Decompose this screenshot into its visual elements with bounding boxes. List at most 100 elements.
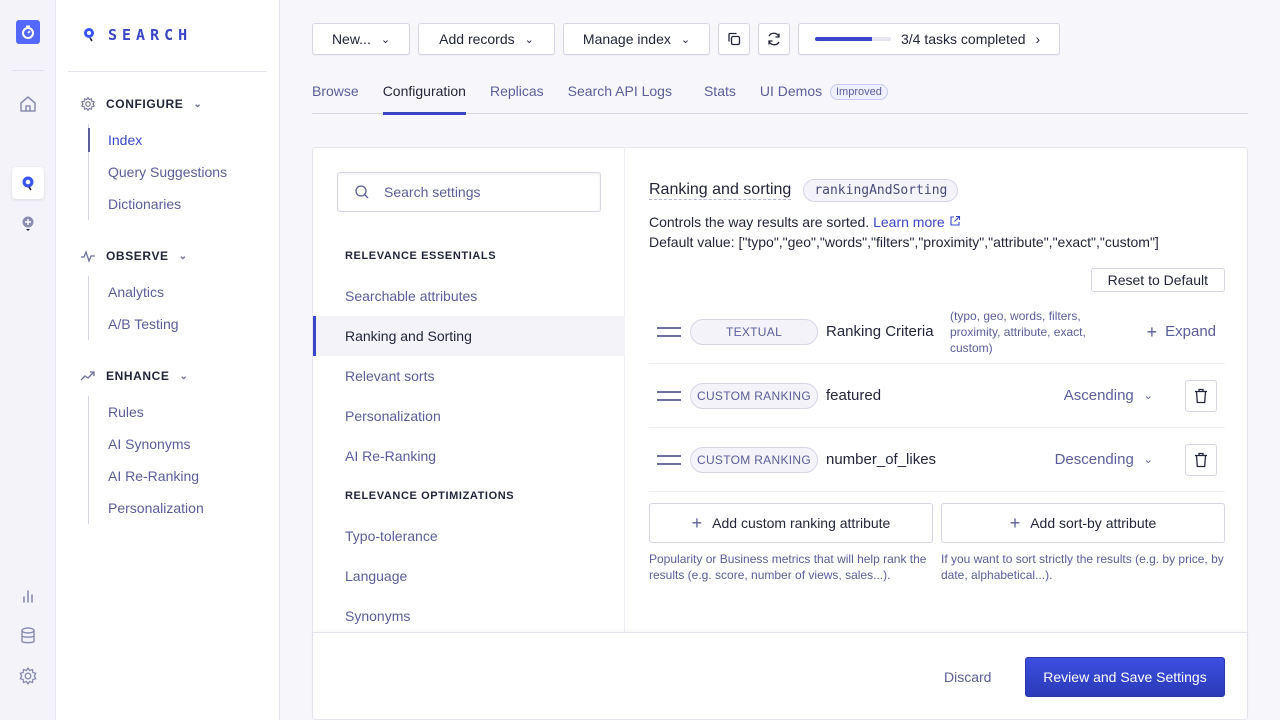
setting-searchable-attributes[interactable]: Searchable attributes	[313, 276, 625, 316]
setting-ai-re-ranking[interactable]: AI Re-Ranking	[313, 436, 625, 476]
nav-item-ai-re-ranking[interactable]: AI Re-Ranking	[108, 460, 270, 492]
order-value: Ascending	[1063, 387, 1134, 404]
section-configure: CONFIGURE ⌄ Index Query Suggestions Dict…	[80, 92, 270, 220]
add-records-label: Add records	[439, 31, 515, 47]
nav-item-ai-synonyms[interactable]: AI Synonyms	[108, 428, 270, 460]
setting-synonyms[interactable]: Synonyms	[313, 596, 625, 636]
refresh-button[interactable]	[758, 23, 790, 55]
tab-browse[interactable]: Browse	[312, 78, 359, 114]
setting-typo-tolerance[interactable]: Typo-tolerance	[313, 516, 625, 556]
tab-search-api-logs[interactable]: Search API Logs	[568, 78, 672, 114]
settings-icon[interactable]	[12, 660, 44, 692]
section-enhance-toggle[interactable]: ENHANCE ⌄	[80, 364, 270, 388]
new-button-label: New...	[331, 31, 371, 47]
delete-button[interactable]	[1185, 379, 1217, 412]
analytics-icon[interactable]	[12, 580, 44, 612]
data-sources-icon[interactable]	[12, 620, 44, 652]
add-attribute-row: + Add custom ranking attribute Popularit…	[649, 503, 1225, 583]
home-icon[interactable]	[12, 88, 44, 120]
brand[interactable]: SEARCH	[82, 26, 192, 44]
add-sort-by-button[interactable]: + Add sort-by attribute	[941, 503, 1225, 543]
nav-item-rules[interactable]: Rules	[108, 396, 270, 428]
copy-button[interactable]	[718, 23, 750, 55]
tab-replicas[interactable]: Replicas	[490, 78, 544, 114]
drag-handle-icon[interactable]	[657, 390, 681, 401]
criteria-note: (typo, geo, words, filters, proximity, a…	[950, 309, 1086, 355]
tab-configuration[interactable]: Configuration	[382, 78, 467, 115]
settings-list: RELEVANCE ESSENTIALS Searchable attribut…	[313, 236, 625, 636]
nav-item-dictionaries[interactable]: Dictionaries	[108, 188, 270, 220]
nav-item-query-suggestions[interactable]: Query Suggestions	[108, 156, 270, 188]
chevron-down-icon: ⌄	[680, 33, 691, 46]
search-settings-input[interactable]	[384, 184, 584, 200]
section-items: Analytics A/B Testing	[88, 276, 270, 340]
kind-badge: TEXTUAL	[690, 318, 818, 345]
drag-handle-icon[interactable]	[657, 326, 681, 337]
manage-index-button[interactable]: Manage index ⌄	[563, 23, 710, 55]
app-logo-icon[interactable]	[16, 20, 40, 44]
delete-button[interactable]	[1185, 443, 1217, 476]
setting-relevant-sorts[interactable]: Relevant sorts	[313, 356, 625, 396]
search-icon	[355, 185, 369, 199]
review-and-save-button[interactable]: Review and Save Settings	[1025, 657, 1225, 697]
add-custom-help: Popularity or Business metrics that will…	[649, 552, 927, 582]
order-value: Descending	[1054, 451, 1134, 468]
section-title: CONFIGURE	[106, 97, 184, 111]
search-settings-field[interactable]	[337, 172, 601, 212]
nav-item-analytics[interactable]: Analytics	[108, 276, 270, 308]
trash-icon	[1195, 388, 1207, 403]
section-items: Rules AI Synonyms AI Re-Ranking Personal…	[88, 396, 270, 524]
nav-divider	[68, 71, 267, 72]
plus-icon: +	[691, 512, 703, 533]
toolbar: New... ⌄ Add records ⌄ Manage index ⌄ 3/…	[312, 23, 1060, 55]
tab-ui-demos-label: UI Demos	[759, 83, 823, 99]
setting-personalization[interactable]: Personalization	[313, 396, 625, 436]
main-area: New... ⌄ Add records ⌄ Manage index ⌄ 3/…	[280, 0, 1280, 720]
gear-icon	[81, 97, 95, 111]
drag-handle-icon[interactable]	[657, 454, 681, 465]
setting-code-chip: rankingAndSorting	[803, 179, 959, 202]
chevron-down-icon: ⌄	[1143, 454, 1153, 466]
attribute-name: Ranking Criteria	[826, 323, 934, 340]
tasks-progress-bar	[815, 37, 891, 41]
learn-more-link[interactable]: Learn more	[873, 214, 960, 230]
section-configure-toggle[interactable]: CONFIGURE ⌄	[80, 92, 270, 116]
icon-rail	[0, 0, 56, 720]
settings-nav: RELEVANCE ESSENTIALS Searchable attribut…	[313, 148, 625, 632]
section-title: ENHANCE	[106, 369, 170, 383]
active-item-indicator	[88, 128, 90, 152]
search-product-icon[interactable]	[12, 167, 44, 199]
configuration-card: RELEVANCE ESSENTIALS Searchable attribut…	[312, 147, 1248, 720]
trend-icon	[80, 371, 95, 381]
add-sort-column: + Add sort-by attribute If you want to s…	[941, 503, 1225, 583]
setting-description: Controls the way results are sorted. Lea…	[649, 212, 1229, 252]
add-records-button[interactable]: Add records ⌄	[418, 23, 555, 55]
setting-ranking-and-sorting[interactable]: Ranking and Sorting	[313, 316, 625, 356]
order-select[interactable]: Descending ⌄	[1055, 451, 1153, 468]
add-custom-label: Add custom ranking attribute	[712, 515, 891, 531]
tab-stats[interactable]: Stats	[704, 78, 736, 114]
discard-button[interactable]: Discard	[944, 669, 991, 685]
setting-language[interactable]: Language	[313, 556, 625, 596]
trash-icon	[1195, 452, 1207, 467]
section-items: Index Query Suggestions Dictionaries	[88, 124, 270, 220]
nav-item-personalization[interactable]: Personalization	[108, 492, 270, 524]
reset-to-default-button[interactable]: Reset to Default	[1090, 268, 1225, 292]
nav-item-ab-testing[interactable]: A/B Testing	[108, 308, 270, 340]
kind-badge: CUSTOM RANKING	[690, 382, 818, 409]
tasks-progress-fill	[815, 37, 872, 41]
discovery-product-icon[interactable]	[12, 207, 44, 239]
section-observe-toggle[interactable]: OBSERVE ⌄	[80, 244, 270, 268]
add-custom-ranking-button[interactable]: + Add custom ranking attribute	[649, 503, 933, 543]
pulse-icon	[81, 250, 95, 263]
tasks-progress-button[interactable]: 3/4 tasks completed ›	[798, 23, 1060, 55]
new-button[interactable]: New... ⌄	[312, 23, 410, 55]
expand-button[interactable]: + Expand	[1147, 323, 1216, 341]
ranking-row: CUSTOM RANKING number_of_likes Descendin…	[649, 428, 1225, 492]
order-select[interactable]: Ascending ⌄	[1064, 387, 1153, 404]
expand-label: Expand	[1165, 323, 1216, 340]
tab-ui-demos[interactable]: UI Demos Improved	[760, 78, 888, 114]
nav-item-index[interactable]: Index	[108, 124, 270, 156]
copy-icon	[728, 32, 741, 46]
chevron-down-icon: ⌄	[193, 98, 203, 110]
